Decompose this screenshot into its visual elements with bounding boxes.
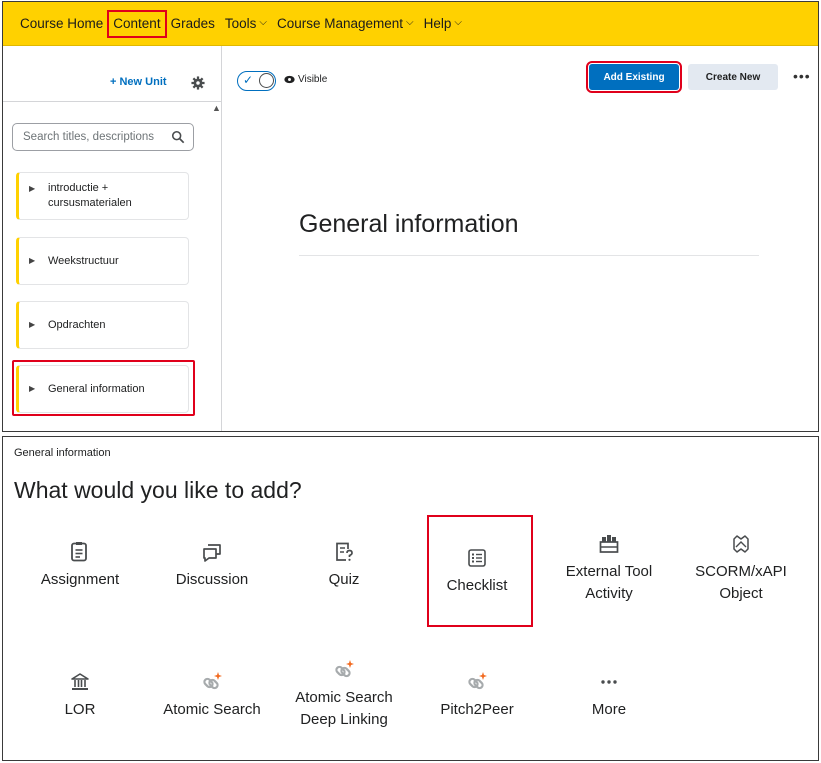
unit-toolbar: ✓ Visible Add Existing Create New ••• xyxy=(223,46,818,102)
pitch2peer-icon xyxy=(468,672,487,690)
quiz-icon xyxy=(336,542,353,561)
scorm-icon xyxy=(733,535,749,553)
tile-label: LOR xyxy=(64,701,96,718)
nav-tools[interactable]: Tools ⌵ xyxy=(220,11,272,37)
new-unit-button[interactable]: + New Unit xyxy=(110,76,167,88)
tile-checklist[interactable]: Checklist xyxy=(412,547,542,597)
course-content-panel: Course Home Content Grades Tools ⌵ Cours… xyxy=(2,1,819,432)
add-existing-button[interactable]: Add Existing xyxy=(586,61,682,93)
highlight-box xyxy=(12,360,195,416)
sidebar-header: + New Unit xyxy=(3,46,221,102)
tile-assignment[interactable]: Assignment xyxy=(15,541,145,591)
unit-label: Weekstructuur xyxy=(48,255,119,267)
tile-label: Atomic Search xyxy=(163,701,261,718)
check-icon: ✓ xyxy=(243,73,254,87)
tile-label: More xyxy=(591,701,627,718)
tile-quiz[interactable]: Quiz xyxy=(279,541,409,591)
toggle-knob xyxy=(259,73,274,88)
more-options-icon[interactable]: ••• xyxy=(793,68,811,84)
tile-label: Pitch2Peer xyxy=(440,701,514,718)
nav-content[interactable]: Content xyxy=(107,9,167,38)
gear-icon[interactable] xyxy=(191,76,205,90)
tile-label: Discussion xyxy=(175,571,249,588)
external-tool-icon xyxy=(599,535,619,553)
assignment-icon xyxy=(71,542,87,562)
tile-label-line2: Deep Linking xyxy=(300,711,388,728)
tile-pitch2peer[interactable]: Pitch2Peer xyxy=(412,671,542,721)
expand-caret-icon[interactable]: ▶ xyxy=(29,184,35,193)
visible-label: Visible xyxy=(298,74,328,85)
lor-icon xyxy=(71,673,89,690)
unit-title: General information xyxy=(299,210,519,238)
more-icon xyxy=(601,680,617,684)
tile-scorm-xapi-object[interactable]: SCORM/xAPI Object xyxy=(676,533,806,605)
sidebar-unit-opdrachten[interactable]: ▶ Opdrachten xyxy=(16,301,189,349)
tile-label-line1: External Tool xyxy=(565,563,653,580)
content-sidebar: + New Unit ▲ Search titles, descriptions xyxy=(3,46,222,431)
search-placeholder: Search titles, descriptions xyxy=(23,131,155,143)
sidebar-unit-weekstructuur[interactable]: ▶ Weekstructuur xyxy=(16,237,189,285)
expand-caret-icon[interactable]: ▶ xyxy=(29,320,35,329)
add-activity-dialog: General information What would you like … xyxy=(2,436,819,761)
tile-more[interactable]: More xyxy=(544,671,674,721)
atomic-search-deep-linking-icon xyxy=(335,660,354,678)
expand-caret-icon[interactable]: ▶ xyxy=(29,256,35,265)
nav-course-management[interactable]: Course Management ⌵ xyxy=(272,11,419,37)
tile-label-line1: Atomic Search xyxy=(295,689,393,706)
search-icon[interactable] xyxy=(171,130,185,144)
sidebar-unit-introductie[interactable]: ▶ introductie + cursusmaterialen xyxy=(16,172,189,220)
nav-course-home[interactable]: Course Home xyxy=(15,11,108,37)
tile-label: Checklist xyxy=(446,577,508,594)
tile-external-tool-activity[interactable]: External Tool Activity xyxy=(544,533,674,605)
unit-label: introductie + cursusmaterialen xyxy=(48,182,132,209)
tile-label: Quiz xyxy=(328,571,360,588)
nav-tools-label: Tools xyxy=(224,16,257,31)
nav-help[interactable]: Help ⌵ xyxy=(419,11,467,37)
eye-icon xyxy=(284,75,295,84)
tile-discussion[interactable]: Discussion xyxy=(147,541,277,591)
discussion-icon xyxy=(203,544,221,562)
unit-label: Opdrachten xyxy=(48,319,106,331)
tile-atomic-search[interactable]: Atomic Search xyxy=(147,671,277,721)
dialog-title: What would you like to add? xyxy=(14,477,302,503)
tile-lor[interactable]: LOR xyxy=(15,671,145,721)
tile-atomic-search-deep-linking[interactable]: Atomic Search Deep Linking xyxy=(279,659,409,731)
tile-label-line2: Activity xyxy=(585,585,633,602)
scroll-up-icon[interactable]: ▲ xyxy=(212,103,221,113)
course-navbar: Course Home Content Grades Tools ⌵ Cours… xyxy=(3,2,818,46)
tile-label-line2: Object xyxy=(719,585,763,602)
divider xyxy=(299,255,759,256)
visibility-toggle[interactable]: ✓ xyxy=(237,71,276,91)
nav-course-management-label: Course Management xyxy=(276,16,404,31)
tile-label: Assignment xyxy=(40,571,120,588)
create-new-button[interactable]: Create New xyxy=(688,64,778,90)
chevron-down-icon: ⌵ xyxy=(259,17,267,28)
search-input[interactable]: Search titles, descriptions xyxy=(12,123,194,151)
breadcrumb: General information xyxy=(14,447,111,459)
atomic-search-icon xyxy=(203,672,222,690)
tile-label-line1: SCORM/xAPI xyxy=(695,563,787,580)
chevron-down-icon: ⌵ xyxy=(406,17,414,28)
checklist-icon xyxy=(468,549,486,567)
nav-help-label: Help xyxy=(423,16,452,31)
chevron-down-icon: ⌵ xyxy=(454,17,462,28)
nav-grades[interactable]: Grades xyxy=(166,11,220,37)
